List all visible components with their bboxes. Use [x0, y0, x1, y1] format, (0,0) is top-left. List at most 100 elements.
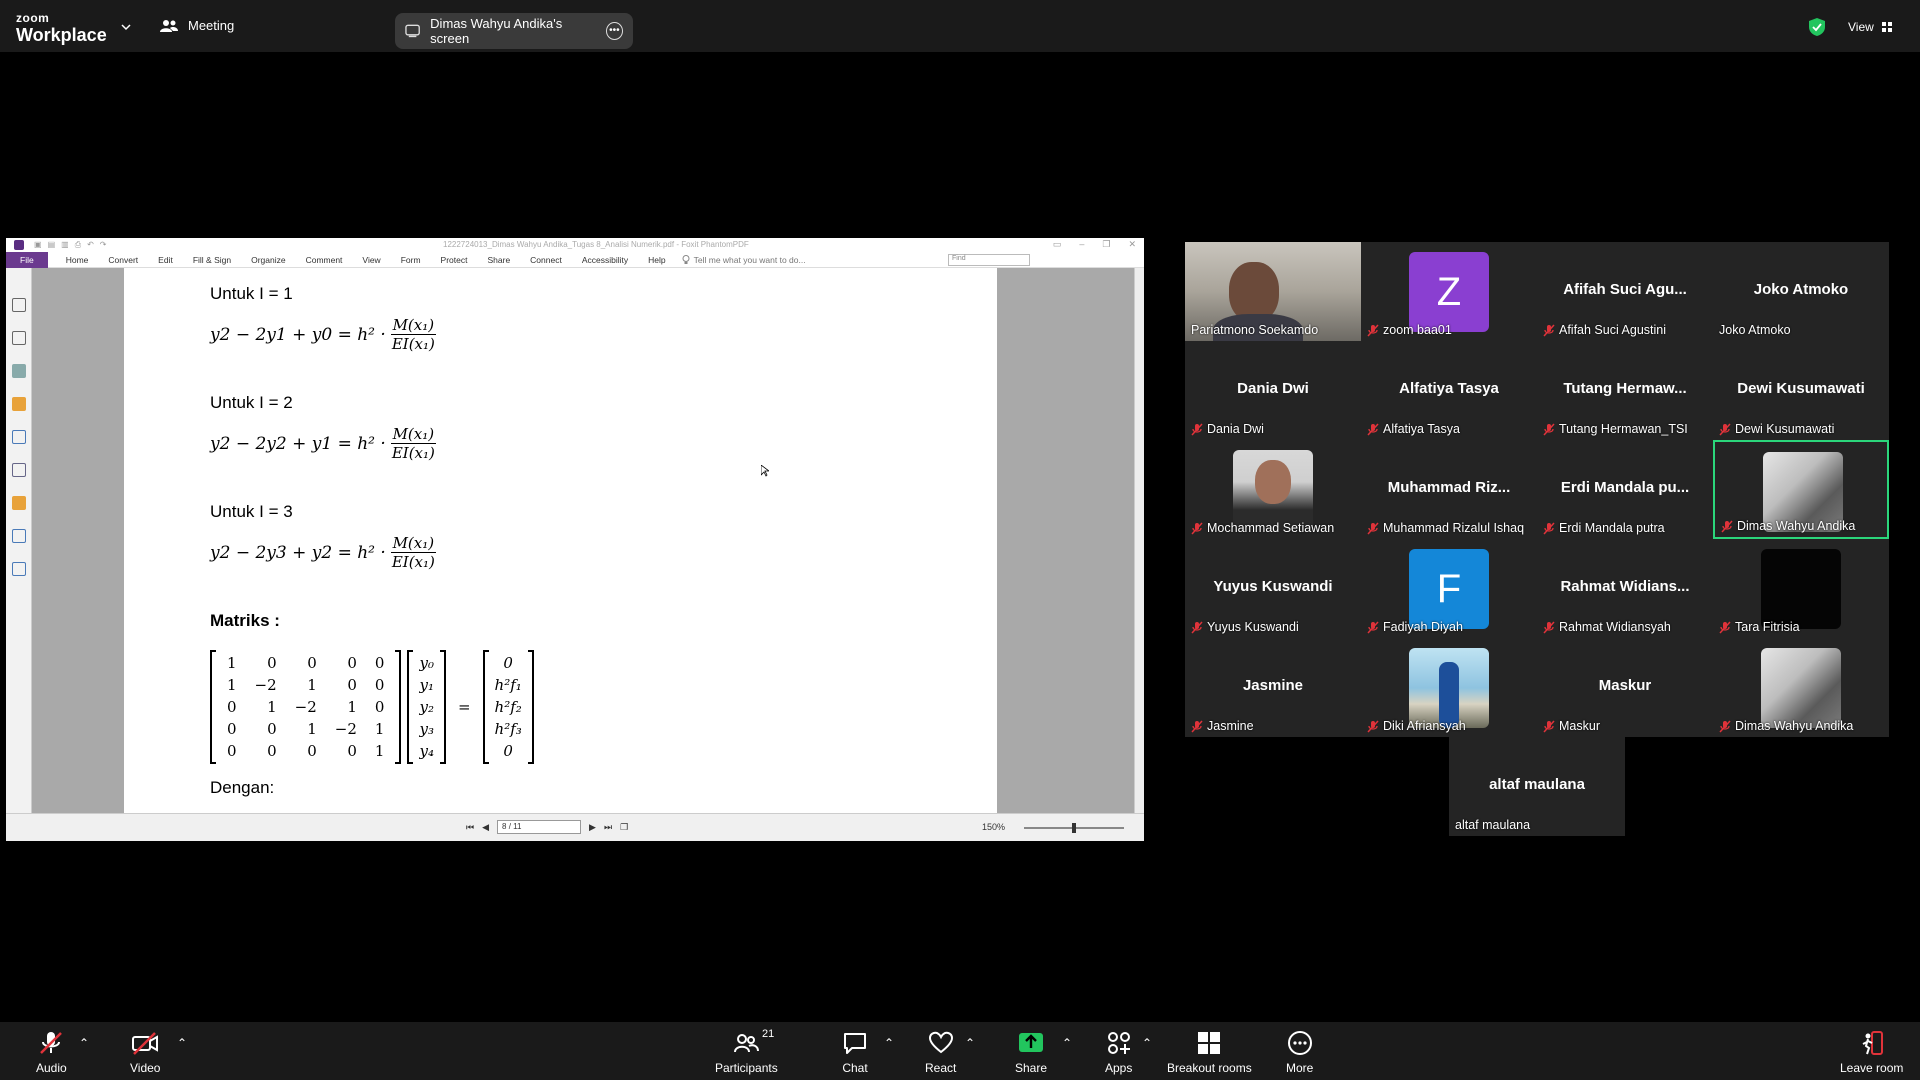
- equation-2: y2 − 2y2 + y1 = h² · M(x₁) EI(x₁): [210, 425, 437, 462]
- react-options-chevron-icon[interactable]: ⌃: [965, 1036, 975, 1050]
- next-page-icon[interactable]: ▶: [589, 822, 596, 833]
- breakout-rooms-button[interactable]: Breakout rooms: [1167, 1030, 1252, 1075]
- chat-button[interactable]: Chat: [842, 1030, 868, 1075]
- attachment-icon[interactable]: [11, 430, 26, 444]
- pdf-vertical-scrollbar[interactable]: [1134, 268, 1144, 813]
- quick-access-toolbar[interactable]: ▣ ▤ ▥ ⎙ ↶ ↷: [34, 240, 107, 250]
- first-page-icon[interactable]: ⏮: [466, 822, 474, 833]
- participant-tile[interactable]: Rahmat Widians... Rahmat Widiansyah: [1537, 539, 1713, 638]
- participant-tile[interactable]: Diki Afriansyah: [1361, 638, 1537, 737]
- menu-protect[interactable]: Protect: [431, 255, 478, 265]
- participant-tile[interactable]: Maskur Maskur: [1537, 638, 1713, 737]
- menu-connect[interactable]: Connect: [520, 255, 572, 265]
- fraction-denominator: EI(x₁): [391, 444, 435, 462]
- coefficient-matrix: 1 0 0 0 0 1 −2 1 0 0 0 1 −2 1 0 0 0 1 −2 1 0 0 0 0 1: [210, 650, 402, 764]
- view-button[interactable]: View: [1848, 20, 1892, 34]
- pdf-ribbon-menu: File Home Convert Edit Fill & Sign Organ…: [6, 251, 1144, 268]
- participant-tile[interactable]: Erdi Mandala pu... Erdi Mandala putra: [1537, 440, 1713, 539]
- video-label: Video: [130, 1061, 161, 1075]
- menu-view[interactable]: View: [352, 255, 390, 265]
- menu-comment[interactable]: Comment: [296, 255, 353, 265]
- menu-file[interactable]: File: [6, 251, 48, 268]
- menu-home[interactable]: Home: [56, 255, 99, 265]
- heading-untuk-3: Untuk I = 3: [210, 502, 293, 521]
- zoom-slider[interactable]: [1024, 823, 1124, 833]
- equation-2-lhs: y2 − 2y2 + y1 = h² ·: [210, 433, 386, 454]
- video-options-chevron-icon[interactable]: ⌃: [177, 1036, 187, 1050]
- menu-share[interactable]: Share: [477, 255, 520, 265]
- participant-tile[interactable]: Dimas Wahyu Andika: [1713, 440, 1889, 539]
- leave-room-button[interactable]: Leave room: [1840, 1030, 1903, 1075]
- matrix-cell: 0: [227, 698, 237, 716]
- participant-tile[interactable]: Mochammad Setiawan: [1185, 440, 1361, 539]
- menu-help[interactable]: Help: [638, 255, 675, 265]
- participant-tile[interactable]: Dimas Wahyu Andika: [1713, 638, 1889, 737]
- matrix-cell: 1: [347, 698, 357, 716]
- pages-icon[interactable]: [11, 331, 26, 345]
- share-button[interactable]: Share: [1015, 1030, 1047, 1075]
- menu-accessibility[interactable]: Accessibility: [572, 255, 638, 265]
- microphone-muted-icon: [1543, 521, 1555, 535]
- participant-tile[interactable]: Dania Dwi Dania Dwi: [1185, 341, 1361, 440]
- menu-form[interactable]: Form: [391, 255, 431, 265]
- participant-tile[interactable]: Tutang Hermaw... Tutang Hermawan_TSI: [1537, 341, 1713, 440]
- form-icon[interactable]: [11, 529, 26, 543]
- mouse-cursor-icon: [761, 465, 769, 477]
- vector-rhs-cell: h²f₁: [494, 676, 522, 694]
- chat-options-chevron-icon[interactable]: ⌃: [884, 1036, 894, 1050]
- security-shield-icon[interactable]: [1809, 18, 1825, 36]
- signature-icon[interactable]: [11, 463, 26, 477]
- participant-tile[interactable]: Pariatmono Soekamdo: [1185, 242, 1361, 341]
- audio-options-chevron-icon[interactable]: ⌃: [79, 1036, 89, 1050]
- participant-tile[interactable]: Yuyus Kuswandi Yuyus Kuswandi: [1185, 539, 1361, 638]
- participant-tile[interactable]: Zzoom baa01: [1361, 242, 1537, 341]
- participant-tile[interactable]: Alfatiya Tasya Alfatiya Tasya: [1361, 341, 1537, 440]
- participant-name: Alfatiya Tasya: [1383, 422, 1460, 436]
- participant-name: Jasmine: [1207, 719, 1254, 733]
- participant-tile[interactable]: Dewi Kusumawati Dewi Kusumawati: [1713, 341, 1889, 440]
- share-options-chevron-icon[interactable]: ⌃: [1062, 1036, 1072, 1050]
- chevron-down-icon[interactable]: [121, 22, 131, 32]
- shared-screen-pdf-viewer: ▣ ▤ ▥ ⎙ ↶ ↷ 1222724013_Dimas Wahyu Andika_Tug…: [6, 238, 1144, 841]
- participant-tile[interactable]: Muhammad Riz... Muhammad Rizalul Ishaq: [1361, 440, 1537, 539]
- screen-share-pill[interactable]: Dimas Wahyu Andika's screen •••: [395, 13, 633, 49]
- prev-page-icon[interactable]: ◀: [482, 822, 489, 833]
- zoom-slider-knob[interactable]: [1072, 823, 1076, 833]
- participant-name-label: Yuyus Kuswandi: [1191, 620, 1299, 634]
- zoom-logo[interactable]: zoom Workplace: [16, 12, 107, 44]
- window-controls[interactable]: ▭ – ❐ ✕: [1053, 239, 1136, 250]
- menu-fill-sign[interactable]: Fill & Sign: [183, 255, 241, 265]
- more-options-icon[interactable]: •••: [605, 22, 623, 40]
- participant-tile[interactable]: Tara Fitrisia: [1713, 539, 1889, 638]
- menu-edit[interactable]: Edit: [148, 255, 183, 265]
- zoom-level[interactable]: 150%: [982, 822, 1005, 832]
- participant-tile[interactable]: F Fadiyah Diyah: [1361, 539, 1537, 638]
- brand-small: zoom: [16, 11, 50, 25]
- menu-organize[interactable]: Organize: [241, 255, 296, 265]
- apps-button[interactable]: Apps: [1105, 1030, 1132, 1075]
- more-label: More: [1286, 1061, 1314, 1075]
- page-layout-icon[interactable]: ❐: [620, 822, 628, 833]
- meeting-button[interactable]: Meeting: [160, 18, 234, 33]
- apps-options-chevron-icon[interactable]: ⌃: [1142, 1036, 1152, 1050]
- last-page-icon[interactable]: ⏭: [604, 822, 612, 833]
- participant-tile[interactable]: Afifah Suci Agu... Afifah Suci Agustini: [1537, 242, 1713, 341]
- comments-icon[interactable]: [11, 397, 26, 411]
- participant-tile[interactable]: Joko Atmoko Joko Atmoko: [1713, 242, 1889, 341]
- video-button[interactable]: Video: [130, 1030, 160, 1075]
- react-button[interactable]: React: [925, 1030, 956, 1075]
- find-input[interactable]: Find: [948, 254, 1030, 266]
- lock-icon[interactable]: [11, 496, 26, 510]
- audio-button[interactable]: Audio: [36, 1030, 67, 1075]
- participant-name-label: Erdi Mandala putra: [1543, 521, 1665, 535]
- page-number-input[interactable]: 8 / 11: [497, 820, 582, 834]
- participant-tile[interactable]: Jasmine Jasmine: [1185, 638, 1361, 737]
- participant-photo: [1761, 648, 1841, 728]
- bookmark-icon[interactable]: [11, 298, 26, 312]
- menu-convert[interactable]: Convert: [98, 255, 148, 265]
- more-button[interactable]: More: [1286, 1030, 1313, 1075]
- participant-tile[interactable]: altaf maulana altaf maulana: [1449, 737, 1625, 836]
- tools-icon[interactable]: [11, 562, 26, 576]
- layers-icon[interactable]: [11, 364, 26, 378]
- tell-me-search[interactable]: Tell me what you want to do...: [682, 254, 806, 265]
